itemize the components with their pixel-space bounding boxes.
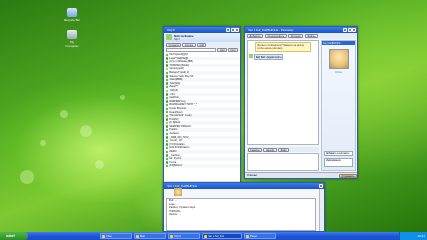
- contact-side-panel: buf_Kol(BUK)Hs Online Добавить в контакт…: [321, 40, 356, 171]
- chat-toolbar: Добавить Игнорировать История Файлы: [245, 33, 357, 39]
- status-icon: [166, 165, 169, 168]
- tab-groups[interactable]: Groups: [182, 42, 196, 47]
- app-icon: [204, 235, 207, 238]
- wallpaper-bubble: [40, 140, 46, 146]
- contact-avatar: [328, 49, 349, 69]
- send-file-button[interactable]: Файл: [277, 147, 290, 152]
- input-toolbar: Смайлы Шрифт Файл: [247, 147, 319, 152]
- contact-status: Online: [335, 71, 342, 74]
- message-history[interactable]: Желаете пообщаться? Нажмите на кнопку чт…: [247, 40, 319, 145]
- chat-window[interactable]: Чат с buf_Kol(BUK)Hs - Разговор Добавить…: [244, 26, 358, 179]
- info-link[interactable]: Информация: [324, 158, 353, 167]
- contact-avatar: [174, 188, 182, 196]
- desktop-icon-recycle-bin[interactable]: Recycle Bin: [64, 8, 80, 22]
- wallpaper-bubble: [60, 110, 68, 118]
- scrollbar[interactable]: [319, 189, 324, 231]
- wallpaper-bubble: [120, 95, 125, 100]
- app-icon: [170, 235, 173, 238]
- minimize-button[interactable]: [343, 28, 347, 32]
- taskbar-item[interactable]: Chat: [100, 233, 132, 239]
- search-input[interactable]: [166, 47, 217, 52]
- chat-notice: Желаете пообщаться? Нажмите на кнопку чт…: [255, 42, 311, 52]
- close-button[interactable]: [319, 184, 323, 188]
- add-to-contacts-link[interactable]: Добавить в контакты: [324, 151, 353, 156]
- contact-name: [FF]Bobrov: [169, 164, 183, 168]
- minimize-button[interactable]: [226, 28, 230, 32]
- avatar: [249, 54, 253, 58]
- history-button[interactable]: История: [288, 34, 304, 38]
- taskbar-item[interactable]: ICQ 6: [168, 233, 200, 239]
- wallpaper-bubble: [95, 160, 104, 169]
- conversation-titlebar[interactable]: Чат с buf_Kol(BUK)Hs: [164, 183, 324, 189]
- maximize-button[interactable]: [230, 28, 235, 32]
- chat-titlebar[interactable]: Чат с buf_Kol(BUK)Hs - Разговор: [245, 27, 357, 33]
- recycle-bin-icon: [67, 8, 77, 17]
- wallpaper-bubble: [80, 125, 92, 137]
- tab-add[interactable]: Add: [196, 42, 207, 47]
- start-button[interactable]: start: [0, 232, 28, 240]
- taskbar-item-label: Чат с buf_Kol: [208, 235, 224, 238]
- taskbar-item[interactable]: Player: [244, 233, 276, 239]
- chat-status-bar: Отвечает Отправить: [245, 172, 357, 178]
- files-button[interactable]: Файлы: [304, 34, 319, 38]
- avatar[interactable]: [166, 34, 172, 40]
- profile-header: Nick nickname http://: [164, 33, 240, 42]
- taskbar-item-label: Mail: [140, 235, 145, 238]
- message-bubble: buf_Kol: Здравствуйте: [254, 54, 284, 60]
- taskbar-item-label: Chat: [106, 235, 112, 238]
- add-contact-button[interactable]: Добавить: [247, 34, 264, 38]
- start-label: start: [6, 233, 15, 238]
- clock[interactable]: 19:41: [417, 234, 425, 238]
- ignore-button[interactable]: Игнорировать: [264, 34, 287, 38]
- contact-panel-title: buf_Kol(BUK)Hs: [322, 41, 355, 45]
- conversation-window[interactable]: Чат с buf_Kol(BUK)Hs ffsd: ... Lego: ... P…: [163, 182, 325, 232]
- add-contact-button[interactable]: Add: [217, 47, 227, 52]
- send-button[interactable]: Отправить: [339, 173, 357, 178]
- computer-icon: [67, 30, 77, 39]
- desktop-icon-label: My Computer: [65, 40, 79, 48]
- search-row: Add Find: [164, 47, 240, 52]
- window-title: Чат с buf_Kol(BUK)Hs: [167, 184, 198, 188]
- app-icon: [136, 235, 139, 238]
- system-tray: 19:41: [399, 232, 427, 240]
- app-icon: [102, 235, 105, 238]
- message-text: Здравствуйте: [266, 55, 282, 59]
- chat-message: buf_Kol: Здравствуйте: [249, 54, 317, 60]
- contact-list-item[interactable]: [FF]Bobrov: [164, 164, 240, 168]
- message-author: buf_Kol: [256, 55, 265, 59]
- status-text: Отвечает: [247, 174, 258, 177]
- smileys-button[interactable]: Смайлы: [247, 147, 263, 152]
- taskbar-item[interactable]: Mail: [134, 233, 166, 239]
- taskbar: start Chat Mail ICQ 6 Чат с buf_Kol Play…: [0, 232, 427, 240]
- tab-contacts[interactable]: Contacts: [166, 42, 182, 47]
- taskbar-item-label: Player: [250, 235, 258, 238]
- wallpaper-bubble: [20, 170, 34, 184]
- message-input[interactable]: [247, 153, 319, 171]
- taskbar-item-active[interactable]: Чат с buf_Kol: [202, 233, 242, 239]
- close-button[interactable]: [235, 28, 239, 32]
- status-message[interactable]: http://: [174, 38, 238, 41]
- close-button[interactable]: [352, 28, 356, 32]
- maximize-button[interactable]: [347, 28, 352, 32]
- desktop-icon-label: Recycle Bin: [64, 18, 80, 22]
- find-button[interactable]: Find: [227, 47, 238, 52]
- log-line: Vantos: ...: [169, 213, 181, 217]
- conversation-log[interactable]: ffsd: ... Lego: ... Pawkey: Приветствую TOP…: [166, 198, 316, 231]
- font-button[interactable]: Шрифт: [263, 147, 277, 152]
- taskbar-item-label: ICQ 6: [174, 235, 181, 238]
- app-icon: [246, 235, 249, 238]
- desktop-icon-my-computer[interactable]: My Computer: [64, 30, 80, 48]
- window-title: ICQ 6: [167, 28, 175, 32]
- window-title: Чат с buf_Kol(BUK)Hs - Разговор: [248, 28, 294, 32]
